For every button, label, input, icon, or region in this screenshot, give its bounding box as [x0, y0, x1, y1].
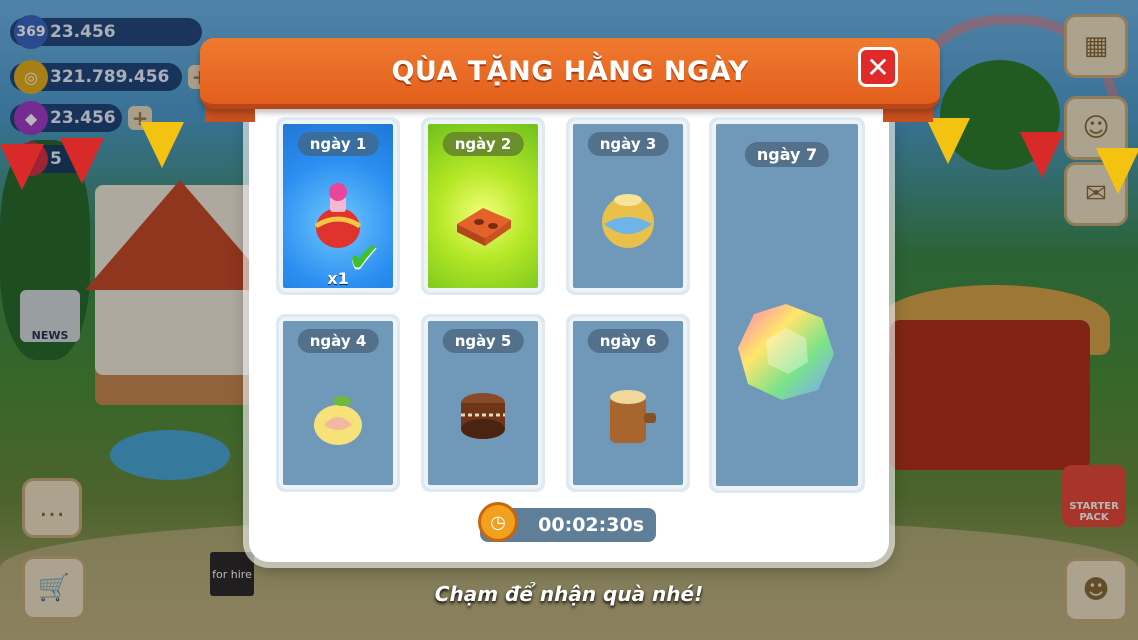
day-label: ngày 7: [744, 142, 830, 167]
stopwatch-icon: ◷: [478, 502, 518, 542]
bunting-flag: [1096, 148, 1138, 194]
reward-quantity: x1: [327, 269, 349, 288]
fruit-icon: [314, 396, 362, 445]
jar-icon: [602, 194, 654, 248]
day-card-7[interactable]: ngày 7: [712, 120, 862, 490]
bunting-flag: [1020, 132, 1064, 178]
day-card-4[interactable]: ngày 4: [279, 317, 397, 489]
day-label: ngày 3: [587, 132, 669, 156]
checkmark-icon: ✔: [347, 235, 381, 281]
day-label: ngày 1: [297, 132, 379, 156]
day-card-1[interactable]: ngày 1 ✔ x1: [279, 120, 397, 292]
close-button[interactable]: ✕: [858, 47, 898, 87]
day-label: ngày 6: [587, 329, 669, 353]
brick-icon: [457, 208, 511, 246]
day-card-3[interactable]: ngày 3: [569, 120, 687, 292]
rainbow-gem-icon: [738, 304, 834, 400]
day-label: ngày 5: [442, 329, 524, 353]
log-icon: [610, 390, 656, 443]
tap-to-claim-hint: Chạm để nhận quà nhé!: [434, 582, 704, 606]
day-label: ngày 2: [442, 132, 524, 156]
day-label: ngày 4: [297, 329, 379, 353]
bunting-flag: [60, 138, 104, 184]
day-card-5[interactable]: ngày 5: [424, 317, 542, 489]
day-card-6[interactable]: ngày 6: [569, 317, 687, 489]
drum-icon: [461, 393, 505, 439]
day-card-2[interactable]: ngày 2: [424, 120, 542, 292]
bunting-flag: [926, 118, 970, 164]
bunting-flag: [140, 122, 184, 168]
bunting-flag: [0, 144, 44, 190]
modal-title: QÙA TẶNG HẰNG NGÀY: [391, 55, 749, 87]
timer-value: 00:02:30s: [538, 514, 644, 536]
modal-title-banner: QÙA TẶNG HẰNG NGÀY: [200, 38, 940, 109]
